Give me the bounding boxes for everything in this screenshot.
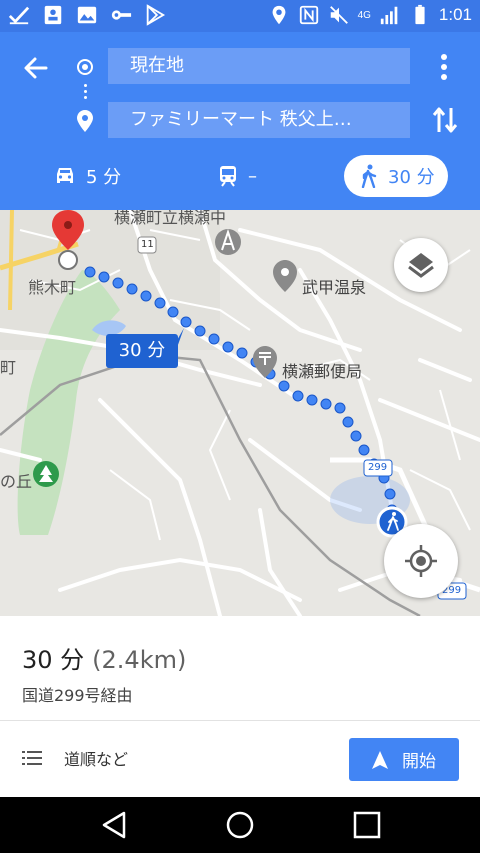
list-icon <box>22 751 42 765</box>
signal-icon <box>380 6 398 25</box>
route-duration-tag[interactable]: 30 分 <box>106 334 178 368</box>
route-11-shield: 11 <box>141 239 154 250</box>
start-label: 開始 <box>402 752 436 772</box>
system-nav-bar <box>0 797 480 853</box>
status-bar-system: 4G 1:01 <box>268 4 472 26</box>
check-icon <box>8 6 30 25</box>
steps-label: 道順など <box>64 750 129 769</box>
destination-field[interactable]: ファミリーマート 秩父上… <box>108 102 410 138</box>
my-location-button[interactable] <box>384 524 458 598</box>
route-time-line: 30 分 (2.4km) <box>22 640 186 675</box>
school-label: 横瀬町立横瀬中 <box>114 210 227 227</box>
back-arrow-icon[interactable] <box>18 50 54 86</box>
status-bar-notifications <box>8 4 166 26</box>
mode-transit-label: – <box>248 165 257 187</box>
town-label: 熊木町 <box>28 278 77 297</box>
swap-icon[interactable] <box>430 104 460 136</box>
school-poi-icon <box>215 228 241 255</box>
nfc-icon <box>299 5 318 25</box>
mode-walk-tab[interactable]: 30 分 <box>344 155 448 197</box>
onsen-label[interactable]: 武甲温泉 <box>302 274 366 298</box>
origin-marker <box>58 250 78 270</box>
map-view[interactable]: 横瀬町立横瀬中 熊木町 町 武甲温泉 横瀬郵便局 の丘 11 299 299 3… <box>0 210 480 616</box>
battery-icon <box>415 4 425 25</box>
navigation-arrow-icon <box>372 750 388 769</box>
key-icon <box>111 10 132 20</box>
directions-header: 現在地 ファミリーマート 秩父上… 5 分 – 30 分 <box>0 32 480 210</box>
layers-icon <box>408 253 434 278</box>
park-tree-icon <box>33 461 59 487</box>
start-navigation-button[interactable]: 開始 <box>349 738 459 781</box>
mode-walk-label: 30 分 <box>388 167 435 188</box>
route-299-shield: 299 <box>368 462 388 473</box>
contact-card-icon <box>44 5 62 25</box>
my-location-icon <box>405 545 437 577</box>
train-icon <box>220 166 236 187</box>
mode-car-label: 5 分 <box>86 167 122 188</box>
origin-field[interactable]: 現在地 <box>108 48 410 84</box>
mode-transit-tab[interactable]: – <box>218 156 257 196</box>
mute-icon <box>329 6 348 24</box>
route-summary-sheet[interactable]: 30 分 (2.4km) 国道299号経由 道順など 開始 <box>0 616 480 797</box>
route-duration: 30 分 <box>22 646 85 674</box>
post-office-label[interactable]: 横瀬郵便局 <box>282 358 362 382</box>
play-store-icon <box>146 4 166 26</box>
network-type: 4G <box>357 9 371 21</box>
travel-mode-tabs: 5 分 – 30 分 <box>0 152 480 200</box>
layers-button[interactable] <box>394 238 448 292</box>
hill-label: の丘 <box>0 472 33 491</box>
destination-pin-icon <box>77 110 93 132</box>
route-distance: (2.4km) <box>92 646 187 674</box>
status-bar: 4G 1:01 <box>0 0 480 32</box>
divider <box>0 720 480 721</box>
status-time: 1:01 <box>438 5 472 24</box>
connector-dots-icon <box>84 84 87 100</box>
image-icon <box>77 6 97 24</box>
recents-square-icon[interactable] <box>351 809 383 841</box>
steps-button[interactable]: 道順など <box>22 746 128 770</box>
location-icon <box>272 5 285 25</box>
back-triangle-icon[interactable] <box>98 809 130 841</box>
town-cut-label: 町 <box>0 358 17 377</box>
car-icon <box>57 168 73 183</box>
route-via: 国道299号経由 <box>22 686 133 705</box>
origin-dot-icon <box>77 59 93 75</box>
walk-icon <box>361 164 377 188</box>
mode-car-tab[interactable]: 5 分 <box>54 156 121 196</box>
home-circle-icon[interactable] <box>224 809 256 841</box>
more-vert-icon[interactable] <box>434 52 454 82</box>
